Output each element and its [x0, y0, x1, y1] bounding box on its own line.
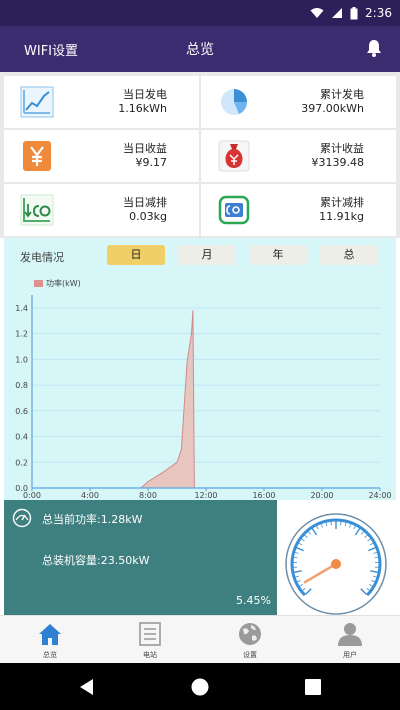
x-tick-label: 4:00	[81, 491, 99, 500]
line-chart-icon	[20, 86, 54, 118]
power-percent: 5.45%	[236, 594, 271, 607]
stat-label: 累计收益	[320, 142, 364, 155]
y-tick-label: 1.2	[15, 330, 28, 339]
list-icon	[139, 622, 161, 646]
stat-value: 1.16kWh	[118, 102, 167, 115]
user-icon	[338, 623, 362, 646]
status-bar: 2:36	[0, 0, 400, 26]
stat-card-total-reduction: 累计减排 11.91kg	[201, 184, 396, 236]
stat-card-daily-income: 当日收益 ¥9.17	[4, 130, 199, 182]
y-tick-label: 0.2	[15, 458, 28, 467]
tab-month[interactable]: 月	[178, 245, 236, 265]
stat-card-daily-generation: 当日发电 1.16kWh	[4, 76, 199, 128]
stat-value: 11.91kg	[319, 210, 364, 223]
pie-chart-icon	[217, 86, 251, 118]
x-tick-label: 0:00	[23, 491, 41, 500]
nav-label: 用户	[343, 651, 357, 659]
stats-grid: 当日发电 1.16kWh 累计发电 397.00kWh 当日收益 ¥9.17 累…	[0, 72, 400, 238]
tab-total[interactable]: 总	[320, 245, 378, 265]
speedometer-icon	[12, 508, 32, 528]
status-icons: 2:36	[310, 5, 392, 21]
yuan-icon	[20, 140, 54, 172]
system-nav-bar	[0, 663, 400, 710]
app-bar: WIFI设置 总览	[0, 26, 400, 72]
back-icon[interactable]	[79, 678, 95, 696]
tab-day[interactable]: 日	[107, 245, 165, 265]
nav-item-user[interactable]: 用户	[320, 622, 380, 664]
clock: 2:36	[365, 6, 392, 20]
y-tick-label: 1.0	[15, 355, 28, 364]
nav-label: 电站	[143, 651, 157, 659]
co2-down-icon	[20, 194, 54, 226]
signal-icon	[332, 8, 343, 18]
stat-label: 累计发电	[320, 88, 364, 101]
nav-item-station[interactable]: 电站	[120, 622, 180, 664]
home-button-icon[interactable]	[191, 678, 209, 696]
power-area-series	[32, 310, 380, 489]
power-chart: 0.00.20.40.60.81.01.21.40:00 4:00 8:00 12:0…	[15, 295, 392, 500]
co2-cycle-icon	[217, 194, 251, 226]
battery-icon	[350, 6, 358, 19]
stat-label: 累计减排	[320, 196, 364, 209]
stat-label: 当日发电	[123, 88, 167, 101]
stat-card-total-generation: 累计发电 397.00kWh	[201, 76, 396, 128]
stat-label: 当日收益	[123, 142, 167, 155]
generation-chart-section: 发电情况 日 月 年 总 功率(kW) 0.0 0.2 0.4 0.6 0.8 1.0 1.…	[4, 238, 396, 500]
nav-label: 设置	[243, 651, 257, 659]
y-tick-label: 0.4	[15, 433, 28, 442]
gauge-hub	[331, 559, 341, 569]
x-tick-label: 16:00	[252, 491, 275, 500]
wifi-icon	[310, 8, 324, 18]
recents-icon[interactable]	[305, 679, 321, 695]
generation-label: 发电情况	[20, 251, 64, 264]
y-tick-label: 0.8	[15, 381, 28, 390]
x-tick-label: 8:00	[139, 491, 157, 500]
stat-value: ¥9.17	[135, 156, 168, 169]
y-tick-label: 1.4	[15, 304, 28, 313]
current-power: 总当前功率:1.28kW	[42, 513, 143, 526]
bell-icon[interactable]	[364, 38, 384, 58]
bottom-nav: 总览 电站 设置 用户	[0, 615, 400, 663]
power-panel: 总当前功率:1.28kW 总装机容量:23.50kW 5.45%	[4, 500, 277, 615]
x-tick-label: 12:00	[194, 491, 217, 500]
stat-value: 397.00kWh	[301, 102, 364, 115]
legend-swatch	[34, 280, 43, 287]
installed-capacity: 总装机容量:23.50kW	[42, 554, 150, 567]
x-tick-label: 20:00	[310, 491, 333, 500]
x-tick-label: 24:00	[368, 491, 391, 500]
stat-card-total-income: 累计收益 ¥3139.48	[201, 130, 396, 182]
stat-value: ¥3139.48	[311, 156, 365, 169]
stat-card-daily-reduction: 当日减排 0.03kg	[4, 184, 199, 236]
home-icon	[39, 624, 61, 645]
page-title: 总览	[186, 42, 214, 58]
stat-value: 0.03kg	[129, 210, 167, 223]
nav-label: 总览	[43, 651, 57, 659]
globe-icon	[239, 623, 261, 645]
nav-item-settings[interactable]: 设置	[220, 622, 280, 664]
power-gauge	[277, 500, 396, 615]
nav-item-overview[interactable]: 总览	[20, 622, 80, 664]
money-bag-icon	[217, 140, 251, 172]
y-tick-label: 0.6	[15, 407, 28, 416]
stat-label: 当日减排	[123, 196, 167, 209]
tab-year[interactable]: 年	[249, 245, 307, 265]
